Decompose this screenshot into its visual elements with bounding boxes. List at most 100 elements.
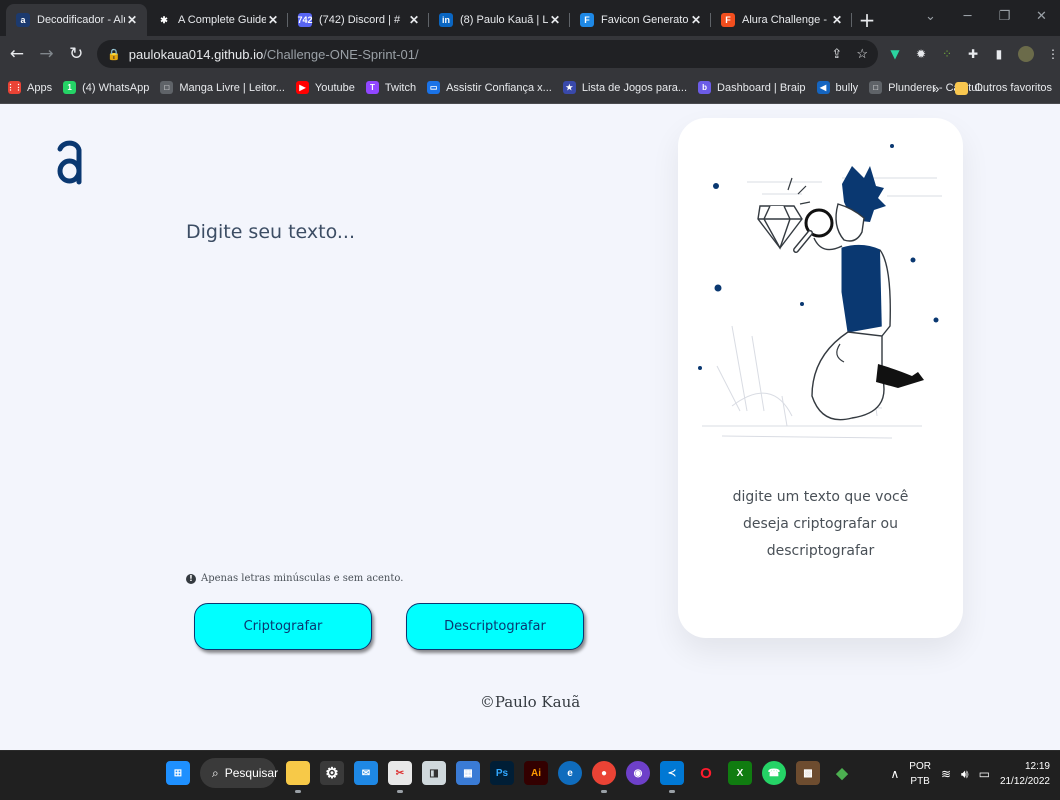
close-tab-icon[interactable]: ✕ [125, 13, 139, 27]
tab-label: (742) Discord | # [319, 14, 401, 26]
puzzle-icon[interactable]: ✚ [966, 47, 980, 61]
favicon-generator-icon: F [580, 13, 594, 27]
info-icon: ! [186, 573, 196, 584]
menu-kebab-icon[interactable]: ⋮ [1046, 47, 1060, 61]
browser-tab[interactable]: in (8) Paulo Kauã | Linke✕ [429, 4, 570, 36]
photoshop-icon[interactable]: Ps [490, 761, 514, 785]
windows-taskbar: ⊞ ⌕ Pesquisar ⚙ ✉ ✂ ◨ ▦ Ps Ai e ● ◉ ≺ O … [0, 750, 1060, 800]
close-window-button[interactable]: ✕ [1023, 0, 1060, 32]
bookmark-item[interactable]: □ Manga Livre | Leitor... [160, 81, 285, 94]
bookmarks-overflow-button[interactable]: » [932, 81, 939, 96]
bookmark-page-icon: □ [869, 81, 883, 94]
git-icon[interactable]: ◆ [830, 761, 854, 785]
mail-icon[interactable]: ✉ [354, 761, 378, 785]
snipping-tool-icon[interactable]: ✂ [388, 761, 412, 793]
keyboard-layout: PTB [910, 776, 930, 787]
other-bookmarks-folder[interactable]: Outros favoritos [955, 81, 1052, 95]
bookmark-label: bully [835, 81, 859, 94]
extension-icon[interactable]: ✹ [914, 47, 928, 61]
windows-apps-icon[interactable]: ◨ [422, 761, 446, 785]
close-tab-icon[interactable]: ✕ [830, 13, 844, 27]
tab-label: Decodificador - Alura [37, 14, 125, 26]
wifi-icon[interactable]: ≋ [941, 767, 951, 781]
bookmark-item[interactable]: 1 (4) WhatsApp [63, 81, 149, 94]
whatsapp-icon[interactable]: ☎ [762, 761, 786, 785]
chrome-browser-icon[interactable]: ● [592, 761, 616, 793]
bookmark-star-icon[interactable]: ☆ [856, 46, 868, 62]
bully-icon: ◀ [816, 81, 830, 94]
person-with-magnifier-illustration [698, 144, 942, 439]
browser-tab[interactable]: ✱ A Complete Guide to✕ [147, 4, 288, 36]
bookmark-label: Manga Livre | Leitor... [179, 81, 285, 94]
tab-label: (8) Paulo Kauã | Linke [460, 14, 548, 26]
browser-tab[interactable]: 742 (742) Discord | # ✕ [288, 4, 429, 36]
close-tab-icon[interactable]: ✕ [407, 13, 421, 27]
folder-icon [955, 81, 969, 95]
extension-icon[interactable]: ⁘ [940, 47, 954, 61]
close-tab-icon[interactable]: ✕ [548, 13, 562, 27]
browser-tab[interactable]: F Alura Challenge - Des✕ [711, 4, 852, 36]
volume-icon[interactable]: 🔊︎ [961, 767, 969, 782]
microsoft-store-icon[interactable]: ▦ [456, 761, 480, 785]
decrypt-button[interactable]: Descriptografar [406, 603, 584, 650]
hint-label: Apenas letras minúsculas e sem acento. [201, 573, 404, 584]
bookmark-item[interactable]: ★ Lista de Jogos para... [562, 81, 687, 94]
taskbar-search[interactable]: ⌕ Pesquisar [200, 758, 278, 788]
input-language[interactable]: POR PTB [909, 759, 931, 789]
tab-label: Alura Challenge - Des [742, 14, 830, 26]
discord-icon: 742 [297, 13, 313, 27]
github-desktop-icon[interactable]: ◉ [626, 761, 650, 785]
bookmark-item[interactable]: b Dashboard | Braip [698, 81, 806, 94]
windows-start-icon[interactable]: ⊞ [166, 761, 190, 785]
bookmark-item[interactable]: ▶ Youtube [295, 81, 355, 94]
lock-icon[interactable]: 🔒 [107, 48, 121, 61]
minimize-button[interactable]: ─ [949, 0, 986, 32]
tab-list: aDecodificador - Alura✕✱A Complete Guide… [0, 4, 852, 36]
system-tray: ∧ POR PTB ≋ 🔊︎ ▭ 12:19 21/12/2022 [891, 759, 1051, 789]
edge-browser-icon[interactable]: e [558, 761, 582, 785]
opera-gx-icon[interactable]: O [694, 761, 718, 785]
system-clock[interactable]: 12:19 21/12/2022 [1000, 759, 1050, 789]
back-button[interactable]: ← [4, 41, 30, 67]
address-bar[interactable]: 🔒 paulokaua014.github.io /Challenge-ONE-… [97, 40, 878, 68]
medal-icon: ★ [562, 81, 576, 94]
bookmark-item[interactable]: T Twitch [365, 81, 416, 94]
message-textarea[interactable] [186, 221, 606, 551]
share-icon[interactable]: ⇪ [831, 46, 842, 62]
bookmark-item[interactable]: ▭ Assistir Confiança x... [427, 81, 552, 94]
settings-gear-icon[interactable]: ⚙ [320, 761, 344, 785]
restore-button[interactable]: ❐ [986, 0, 1023, 32]
avatar[interactable] [1017, 46, 1034, 62]
alura-logo [57, 140, 82, 185]
tray-overflow-chevron-icon[interactable]: ∧ [891, 767, 900, 781]
bookmark-item[interactable]: ◀ bully [816, 81, 859, 94]
apps-grid-icon: ⋮⋮ [6, 81, 23, 94]
illustrator-icon[interactable]: Ai [524, 761, 548, 785]
forward-button[interactable]: → [34, 41, 60, 67]
browser-tab[interactable]: a Decodificador - Alura✕ [6, 4, 147, 36]
bookmark-item[interactable]: ⋮⋮ Apps [6, 81, 52, 94]
tab-label: Favicon Generator - In [601, 14, 689, 26]
side-panel-icon[interactable]: ▮ [992, 47, 1006, 61]
extension-icon[interactable]: ▼ [888, 47, 902, 61]
browser-toolbar: ← → ↻ 🔒 paulokaua014.github.io /Challeng… [0, 36, 1060, 72]
taskbar-apps: ⊞ ⌕ Pesquisar ⚙ ✉ ✂ ◨ ▦ Ps Ai e ● ◉ ≺ O … [166, 758, 854, 793]
reload-button[interactable]: ↻ [63, 41, 89, 67]
tab-search-icon[interactable]: ⌄ [912, 0, 949, 32]
xbox-icon[interactable]: X [728, 761, 752, 785]
browser-tab[interactable]: F Favicon Generator - In✕ [570, 4, 711, 36]
close-tab-icon[interactable]: ✕ [689, 13, 703, 27]
bookmark-list: ⋮⋮ Apps 1 (4) WhatsApp □ Manga Livre | Leitor… [6, 81, 1000, 94]
new-tab-button[interactable]: + [852, 4, 882, 36]
footer-credit: ©Paulo Kauã [479, 693, 581, 711]
file-explorer-icon[interactable] [286, 761, 310, 793]
asterisk-icon: ✱ [157, 13, 171, 27]
bookmark-label: Youtube [314, 81, 355, 94]
app-page: ! Apenas letras minúsculas e sem acento.… [0, 105, 1060, 750]
minecraft-icon[interactable]: ▩ [796, 761, 820, 785]
close-tab-icon[interactable]: ✕ [266, 13, 280, 27]
vscode-icon[interactable]: ≺ [660, 761, 684, 793]
encrypt-button[interactable]: Criptografar [194, 603, 372, 650]
battery-icon[interactable]: ▭ [979, 767, 990, 781]
bookmarks-right: » Outros favoritos [932, 72, 1052, 104]
